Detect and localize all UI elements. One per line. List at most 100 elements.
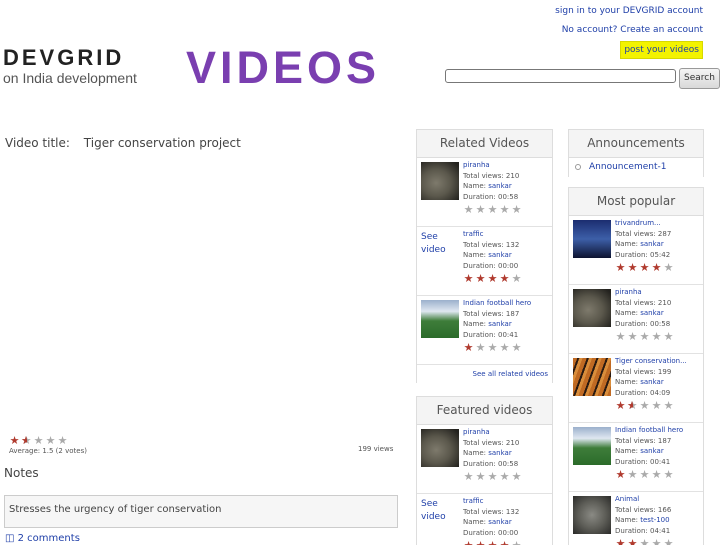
author-link[interactable]: sankar (488, 518, 511, 526)
see-video-link[interactable]: See video (421, 498, 446, 524)
star-icon[interactable]: ★ (615, 400, 626, 411)
star-icon[interactable]: ★ (475, 471, 486, 482)
author-link[interactable]: sankar (488, 449, 511, 457)
video-rating-stars[interactable]: ★★★★★ (463, 471, 522, 482)
author-link[interactable]: sankar (488, 320, 511, 328)
star-icon[interactable]: ★ (511, 273, 522, 284)
video-link[interactable]: traffic (463, 497, 484, 505)
star-icon[interactable]: ★ (651, 331, 662, 342)
video-rating-stars[interactable]: ★★★★★ (615, 538, 674, 545)
author-link[interactable]: sankar (640, 309, 663, 317)
video-link[interactable]: Animal (615, 495, 639, 503)
star-icon[interactable]: ★ (475, 204, 486, 215)
star-icon[interactable]: ★ (627, 400, 638, 411)
star-icon[interactable]: ★ (615, 331, 626, 342)
star-icon[interactable]: ★ (639, 331, 650, 342)
star-icon[interactable]: ★ (499, 273, 510, 284)
star-icon[interactable]: ★ (475, 273, 486, 284)
video-list-item[interactable]: Indian football hero Total views: 187 Name… (569, 423, 703, 492)
video-thumbnail[interactable] (421, 429, 459, 467)
star-icon[interactable]: ★ (663, 469, 674, 480)
video-rating-stars[interactable]: ★★★★★ (463, 273, 522, 284)
video-rating-stars[interactable]: ★★★★★ (615, 331, 674, 342)
star-icon[interactable]: ★ (487, 204, 498, 215)
video-link[interactable]: Indian football hero (615, 426, 683, 434)
video-thumbnail[interactable] (573, 358, 611, 396)
star-icon[interactable]: ★ (487, 471, 498, 482)
author-link[interactable]: sankar (640, 378, 663, 386)
comments-count[interactable]: 2 comments (18, 533, 80, 544)
star-icon[interactable]: ★ (639, 262, 650, 273)
star-icon[interactable]: ★ (463, 540, 474, 545)
video-list-item[interactable]: piranha Total views: 210 Name: sankar Durat… (417, 425, 552, 494)
video-link[interactable]: piranha (615, 288, 642, 296)
star-icon[interactable]: ★ (639, 538, 650, 545)
video-list-item[interactable]: piranha Total views: 210 Name: sankar Durat… (417, 158, 552, 227)
star-icon[interactable]: ★ (499, 204, 510, 215)
author-link[interactable]: sankar (640, 447, 663, 455)
star-icon[interactable]: ★ (615, 262, 626, 273)
video-rating-stars[interactable]: ★★★★★ (615, 262, 674, 273)
star-icon[interactable]: ★ (463, 204, 474, 215)
video-rating-stars[interactable]: ★★★★★ (463, 342, 522, 353)
search-button[interactable]: Search (679, 68, 720, 89)
star-icon[interactable]: ★ (627, 331, 638, 342)
star-icon[interactable]: ★ (499, 540, 510, 545)
star-icon[interactable]: ★ (487, 273, 498, 284)
star-icon[interactable]: ★ (487, 342, 498, 353)
star-icon[interactable]: ★ (627, 262, 638, 273)
announcement-link[interactable]: Announcement-1 (589, 162, 666, 172)
post-videos-button[interactable]: post your videos (620, 41, 703, 59)
star-icon[interactable]: ★ (627, 538, 638, 545)
star-icon[interactable]: ★ (9, 435, 20, 446)
author-link[interactable]: test-100 (640, 516, 669, 524)
see-all-related-link[interactable]: See all related videos (473, 370, 548, 378)
star-icon[interactable]: ★ (651, 400, 662, 411)
star-icon[interactable]: ★ (651, 538, 662, 545)
author-link[interactable]: sankar (488, 251, 511, 259)
star-icon[interactable]: ★ (33, 435, 44, 446)
video-link[interactable]: Tiger conservation... (615, 357, 687, 365)
star-icon[interactable]: ★ (627, 469, 638, 480)
video-rating-stars[interactable]: ★★★★★ (463, 540, 522, 545)
video-link[interactable]: piranha (463, 428, 490, 436)
site-logo[interactable]: DEVGRID on India development VIDEOS (0, 41, 394, 93)
video-rating-stars[interactable]: ★★★★★ (463, 204, 522, 215)
video-rating-stars[interactable]: ★★★★★ (615, 400, 674, 411)
author-link[interactable]: sankar (488, 182, 511, 190)
video-list-item[interactable]: Animal Total views: 166 Name: test-100 Dura… (569, 492, 703, 545)
video-list-item[interactable]: See video traffic Total views: 132 Name: san… (417, 494, 552, 545)
video-thumbnail[interactable] (573, 289, 611, 327)
video-thumbnail[interactable] (573, 496, 611, 534)
star-icon[interactable]: ★ (475, 540, 486, 545)
star-icon[interactable]: ★ (615, 469, 626, 480)
star-icon[interactable]: ★ (663, 400, 674, 411)
author-link[interactable]: sankar (640, 240, 663, 248)
star-icon[interactable]: ★ (45, 435, 56, 446)
star-icon[interactable]: ★ (651, 469, 662, 480)
search-input[interactable] (445, 69, 676, 83)
video-link[interactable]: piranha (463, 161, 490, 169)
star-icon[interactable]: ★ (651, 262, 662, 273)
video-list-item[interactable]: piranha Total views: 210 Name: sankar Durat… (569, 285, 703, 354)
star-icon[interactable]: ★ (511, 540, 522, 545)
video-rating-stars[interactable]: ★★★★★ (615, 469, 674, 480)
star-icon[interactable]: ★ (499, 471, 510, 482)
video-link[interactable]: Indian football hero (463, 299, 531, 307)
star-icon[interactable]: ★ (663, 262, 674, 273)
star-icon[interactable]: ★ (511, 204, 522, 215)
video-list-item[interactable]: See video traffic Total views: 132 Name: san… (417, 227, 552, 296)
video-thumbnail[interactable] (573, 220, 611, 258)
star-icon[interactable]: ★ (615, 538, 626, 545)
video-list-item[interactable]: Tiger conservation... Total views: 199 Nam… (569, 354, 703, 423)
star-icon[interactable]: ★ (511, 471, 522, 482)
video-list-item[interactable]: Indian football hero Total views: 187 Name… (417, 296, 552, 365)
video-thumbnail[interactable] (573, 427, 611, 465)
announcement-item[interactable]: Announcement-1 (569, 158, 703, 177)
video-link[interactable]: traffic (463, 230, 484, 238)
video-list-item[interactable]: trivandrum... Total views: 287 Name: sanka… (569, 216, 703, 285)
main-rating-stars[interactable]: ★ ★ ★ ★ ★ (9, 435, 68, 446)
sign-in-link[interactable]: sign in to your DEVGRID account (555, 6, 703, 16)
video-thumbnail[interactable] (421, 300, 459, 338)
star-icon[interactable]: ★ (475, 342, 486, 353)
